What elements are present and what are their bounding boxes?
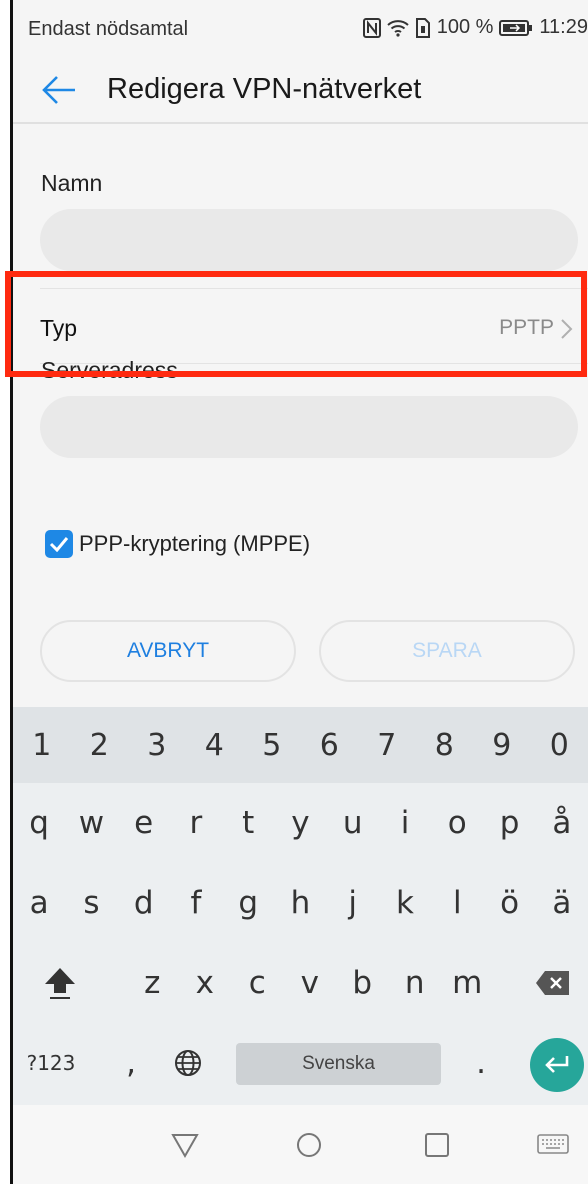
page-title: Redigera VPN-nätverket	[107, 73, 422, 105]
type-label: Typ	[40, 315, 78, 341]
letter-key-l[interactable]: l	[431, 863, 483, 943]
number-key-7[interactable]: 7	[358, 707, 416, 783]
status-carrier-text: Endast nödsamtal	[28, 18, 189, 40]
letter-key-b[interactable]: b	[336, 943, 389, 1023]
globe-icon[interactable]	[165, 1023, 211, 1103]
back-triangle-icon[interactable]	[165, 1125, 205, 1165]
comma-key[interactable]: ,	[111, 1023, 151, 1103]
letter-key-a[interactable]: a	[13, 863, 65, 943]
app-bar: Redigera VPN-nätverket	[13, 56, 588, 124]
period-key[interactable]: .	[461, 1023, 501, 1103]
type-value: PPTP	[499, 316, 554, 339]
letter-key-t[interactable]: t	[222, 783, 274, 863]
battery-icon	[499, 19, 533, 36]
letter-key-m[interactable]: m	[441, 943, 494, 1023]
letter-key-g[interactable]: g	[222, 863, 274, 943]
cancel-button[interactable]: AVBRYT	[40, 620, 296, 682]
back-arrow-icon[interactable]	[41, 72, 77, 108]
letter-key-d[interactable]: d	[118, 863, 170, 943]
number-key-9[interactable]: 9	[473, 707, 531, 783]
letter-key-v[interactable]: v	[284, 943, 337, 1023]
letter-key-h[interactable]: h	[274, 863, 326, 943]
letter-key-e[interactable]: e	[118, 783, 170, 863]
checkmark-icon	[49, 537, 69, 552]
status-bar: Endast nödsamtal 100 % 11:29	[13, 0, 588, 56]
enter-icon[interactable]	[530, 1038, 584, 1092]
number-key-8[interactable]: 8	[416, 707, 474, 783]
chevron-right-icon	[560, 318, 574, 340]
letter-key-k[interactable]: k	[379, 863, 431, 943]
letter-key-x[interactable]: x	[179, 943, 232, 1023]
nfc-icon	[362, 17, 381, 38]
letter-key-u[interactable]: u	[327, 783, 379, 863]
battery-percent: 100 %	[436, 16, 494, 38]
soft-keyboard: 1234567890 qwertyuiopå asdfghjklöä zxcvb…	[13, 707, 588, 1105]
name-label: Namn	[41, 170, 103, 196]
shift-icon[interactable]	[35, 943, 85, 1023]
letter-key-o[interactable]: o	[431, 783, 483, 863]
keyboard-toggle-icon[interactable]	[533, 1125, 573, 1165]
encryption-checkbox[interactable]	[45, 530, 73, 558]
number-key-2[interactable]: 2	[71, 707, 129, 783]
letter-key-i[interactable]: i	[379, 783, 431, 863]
number-key-3[interactable]: 3	[128, 707, 186, 783]
save-button[interactable]: SPARA	[319, 620, 575, 682]
letter-key-z[interactable]: z	[126, 943, 179, 1023]
encryption-label: PPP-kryptering (MPPE)	[79, 531, 311, 556]
space-key[interactable]: Svenska	[236, 1043, 441, 1085]
letter-key-q[interactable]: q	[13, 783, 65, 863]
type-row[interactable]: Typ PPTP	[40, 288, 588, 364]
letter-key-n[interactable]: n	[389, 943, 442, 1023]
letter-key-y[interactable]: y	[274, 783, 326, 863]
symbols-key[interactable]: ?123	[21, 1023, 81, 1103]
screen: Endast nödsamtal 100 % 11:29 Redigera VP…	[13, 0, 588, 1184]
backspace-icon[interactable]	[523, 943, 583, 1023]
navigation-bar	[13, 1105, 588, 1184]
screen-edge	[0, 0, 13, 1184]
number-key-6[interactable]: 6	[301, 707, 359, 783]
letter-key-r[interactable]: r	[170, 783, 222, 863]
letter-key-c[interactable]: c	[231, 943, 284, 1023]
keyboard-row-1: qwertyuiopå	[13, 783, 588, 863]
encryption-checkbox-row[interactable]: PPP-kryptering (MPPE)	[45, 530, 310, 558]
letter-key-p[interactable]: p	[483, 783, 535, 863]
sim-icon	[415, 17, 431, 38]
letter-key-å[interactable]: å	[536, 783, 588, 863]
status-icons: 100 % 11:29	[362, 16, 588, 39]
letter-key-f[interactable]: f	[170, 863, 222, 943]
status-time: 11:29	[539, 16, 588, 38]
number-key-5[interactable]: 5	[243, 707, 301, 783]
home-circle-icon[interactable]	[289, 1125, 329, 1165]
letter-key-j[interactable]: j	[327, 863, 379, 943]
number-key-0[interactable]: 0	[531, 707, 588, 783]
app-bar-divider	[13, 122, 588, 124]
letter-key-w[interactable]: w	[65, 783, 117, 863]
divider	[40, 288, 588, 289]
server-address-field[interactable]	[40, 396, 578, 458]
letter-key-s[interactable]: s	[65, 863, 117, 943]
letter-key-ö[interactable]: ö	[483, 863, 535, 943]
name-field[interactable]	[40, 209, 578, 271]
recents-square-icon[interactable]	[417, 1125, 457, 1165]
keyboard-row-2: asdfghjklöä	[13, 863, 588, 943]
number-key-1[interactable]: 1	[13, 707, 71, 783]
wifi-icon	[387, 19, 409, 37]
keyboard-row-3: zxcvbnm	[13, 943, 588, 1023]
server-label: Serveradress	[41, 357, 178, 383]
keyboard-row-4: ?123 , Svenska .	[13, 1023, 588, 1105]
letter-key-ä[interactable]: ä	[536, 863, 588, 943]
keyboard-number-row: 1234567890	[13, 707, 588, 783]
number-key-4[interactable]: 4	[186, 707, 244, 783]
